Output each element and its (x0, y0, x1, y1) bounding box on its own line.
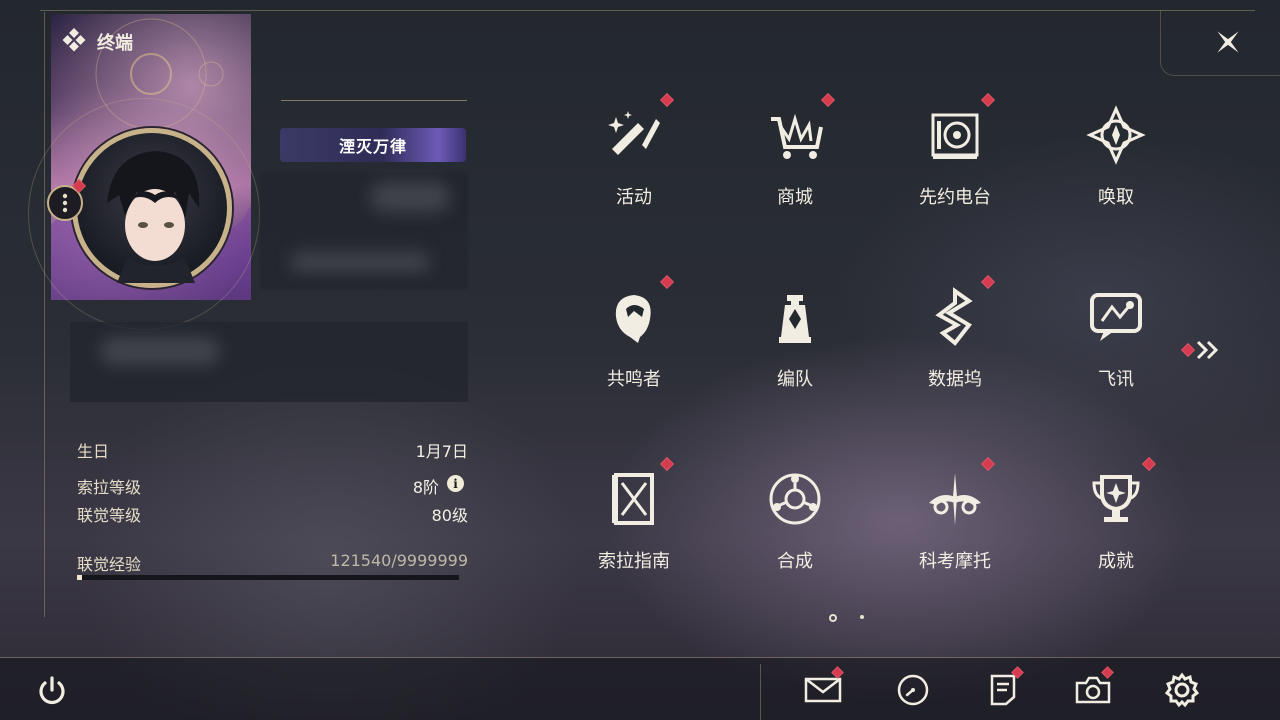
page-indicator-2[interactable] (860, 615, 864, 619)
sola-level-label: 索拉等级 (77, 478, 142, 497)
menu-item-label: 唤取 (1098, 187, 1134, 208)
menu-item-label: 先约电台 (919, 187, 991, 208)
menu-item-label: 合成 (777, 551, 813, 572)
more-vertical-icon (62, 193, 68, 213)
blurred-name-area (260, 172, 468, 289)
sola-level-value: 8阶 (412, 478, 439, 497)
menu-item-trophy[interactable]: 成就 (1056, 456, 1176, 609)
motorcycle-icon (925, 469, 985, 529)
settings-icon (1164, 672, 1200, 708)
close-button[interactable] (1208, 22, 1248, 62)
menu-item-radio[interactable]: 先约电台 (895, 92, 1015, 245)
menu-item-team[interactable]: 编队 (735, 277, 855, 427)
union-exp-bar (77, 575, 459, 580)
union-level-value: 80级 (431, 506, 468, 525)
settings-button[interactable] (1162, 670, 1202, 710)
union-exp-fill (77, 575, 82, 580)
menu-item-label: 索拉指南 (598, 551, 670, 572)
menu-item-shop-cart[interactable]: 商城 (735, 92, 855, 245)
union-level-label: 联觉等级 (77, 506, 142, 525)
synthesis-icon (765, 469, 825, 529)
guide-icon (604, 469, 664, 529)
page-indicator-1[interactable] (829, 614, 837, 622)
menu-item-motorcycle[interactable]: 科考摩托 (895, 456, 1015, 609)
convene-icon (1086, 105, 1146, 165)
bottom-bar-separator (760, 664, 761, 720)
diamond-cluster-icon (62, 28, 86, 52)
double-chevron-right-icon (1196, 340, 1219, 360)
title-divider (281, 100, 467, 101)
radio-icon (925, 105, 985, 165)
power-button[interactable] (32, 671, 72, 711)
frame-top-line (40, 10, 1255, 11)
bottom-bar-line (0, 657, 1280, 658)
star-close-icon (1217, 31, 1239, 53)
menu-item-message[interactable]: 飞讯 (1056, 277, 1176, 427)
menu-item-convene[interactable]: 唤取 (1056, 95, 1176, 245)
frame-left-line (44, 12, 45, 617)
title-badge-text: 湮灭万律 (338, 137, 407, 156)
next-page-button[interactable] (1180, 338, 1222, 362)
camera-icon (1075, 676, 1111, 704)
activity-icon (604, 105, 664, 165)
menu-item-label: 共鸣者 (607, 369, 661, 390)
menu-item-data-bank[interactable]: 数据坞 (895, 274, 1015, 427)
clock-icon (897, 674, 929, 706)
menu-item-label: 飞讯 (1098, 369, 1134, 390)
union-exp-value: 121540/9999999 (330, 551, 468, 570)
menu-item-label: 数据坞 (928, 369, 982, 390)
menu-item-activity[interactable]: 活动 (574, 92, 694, 245)
team-icon (765, 287, 825, 347)
page-title: 终端 (97, 33, 133, 54)
power-icon (39, 676, 65, 705)
birthday-label: 生日 (77, 442, 110, 461)
notice-button[interactable] (983, 666, 1024, 710)
mail-button[interactable] (803, 666, 844, 710)
menu-item-synthesis[interactable]: 合成 (735, 459, 855, 609)
blurred-signature-area (70, 322, 468, 402)
menu-item-label: 活动 (616, 187, 652, 208)
menu-item-label: 科考摩托 (919, 551, 991, 572)
data-bank-icon (925, 287, 985, 347)
shop-cart-icon (765, 105, 825, 165)
menu-item-label: 编队 (777, 369, 813, 390)
menu-item-label: 成就 (1098, 551, 1134, 572)
menu-item-label: 商城 (777, 187, 813, 208)
union-exp-label: 联觉经验 (77, 555, 142, 574)
resonator-icon (604, 287, 664, 347)
camera-button[interactable] (1073, 666, 1114, 710)
menu-item-resonator[interactable]: 共鸣者 (574, 274, 694, 427)
birthday-value: 1月7日 (415, 442, 468, 461)
menu-item-guide[interactable]: 索拉指南 (574, 456, 694, 609)
trophy-icon (1086, 469, 1146, 529)
clock-button[interactable] (893, 670, 933, 710)
info-icon[interactable]: i (447, 475, 464, 492)
message-icon (1086, 287, 1146, 347)
title-badge[interactable]: 湮灭万律 (280, 128, 466, 162)
avatar[interactable] (72, 128, 232, 288)
mail-icon (804, 677, 842, 703)
notice-icon (990, 674, 1016, 706)
